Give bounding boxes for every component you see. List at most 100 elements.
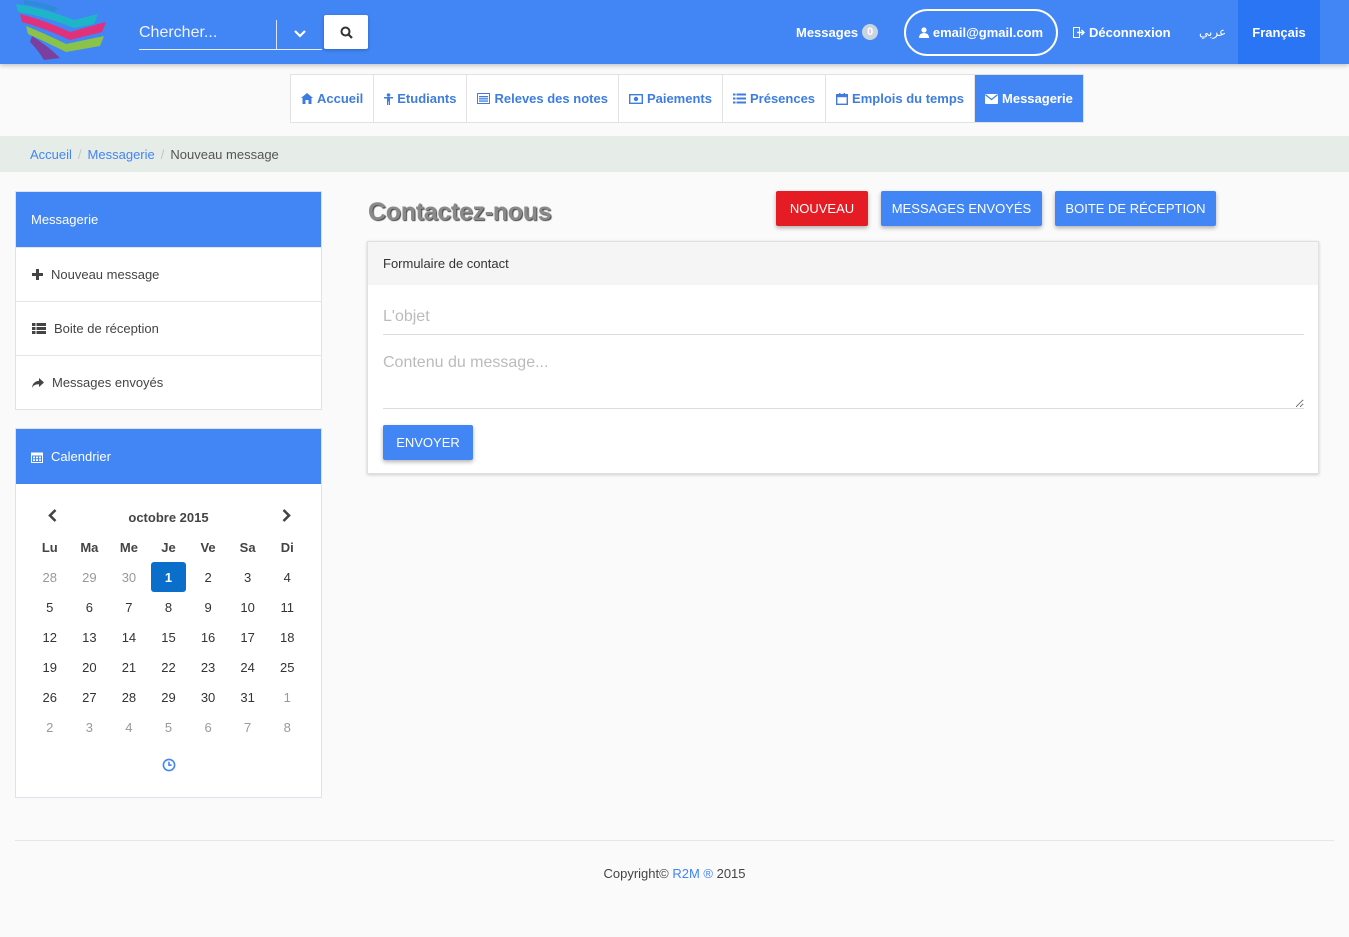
user-email-button[interactable]: email@gmail.com: [904, 9, 1058, 56]
tab-paiements[interactable]: Paiements: [619, 75, 723, 122]
tab-label: Accueil: [317, 91, 364, 106]
inbox-button[interactable]: Boite de réception: [1055, 191, 1216, 226]
calendar-day-selected[interactable]: 1: [150, 562, 187, 592]
calendar-day[interactable]: 28: [30, 562, 70, 592]
calendar-month-label[interactable]: octobre 2015: [128, 510, 208, 525]
calendar-day[interactable]: 5: [149, 712, 189, 742]
tab-presences[interactable]: Présences: [723, 75, 827, 122]
breadcrumb-home-link[interactable]: Accueil: [30, 147, 72, 162]
calendar-day[interactable]: 25: [267, 652, 307, 682]
lang-arabic[interactable]: عربي: [1199, 0, 1226, 64]
footer: Copyright© R2M ® 2015: [0, 866, 1349, 881]
chevron-down-icon: [293, 29, 306, 38]
calendar-day[interactable]: 29: [70, 562, 110, 592]
search-button[interactable]: [324, 15, 368, 49]
weekday-label: Lu: [41, 539, 58, 555]
calendar-day[interactable]: 31: [228, 682, 268, 712]
subject-field[interactable]: [383, 300, 1304, 335]
breadcrumb-section-link[interactable]: Messagerie: [88, 147, 155, 162]
messages-count-badge: 0: [862, 24, 879, 40]
tab-messagerie[interactable]: Messagerie: [975, 75, 1083, 122]
weekday-label: Ma: [80, 539, 99, 555]
money-icon: [628, 93, 643, 104]
nav-logout[interactable]: Déconnexion: [1073, 0, 1171, 64]
share-icon: [32, 377, 44, 388]
calendar-day[interactable]: 9: [188, 592, 228, 622]
weekday-label: Me: [119, 539, 138, 555]
calendar-day[interactable]: 4: [109, 712, 149, 742]
sidebar-item-nouveau-message[interactable]: Nouveau message: [16, 247, 321, 301]
calendar-day[interactable]: 1: [267, 682, 307, 712]
search-dropdown-toggle[interactable]: [277, 17, 322, 50]
calendar-day[interactable]: 6: [70, 592, 110, 622]
calendar-day[interactable]: 30: [109, 562, 149, 592]
calendar-day[interactable]: 20: [70, 652, 110, 682]
sidebar-item-boite-de-reception[interactable]: Boite de réception: [16, 301, 321, 355]
top-navbar: Messages 0 email@gmail.com Déconnexion ع…: [0, 0, 1349, 64]
calendar-day[interactable]: 21: [109, 652, 149, 682]
tab-emplois-du-temps[interactable]: Emplois du temps: [826, 75, 976, 122]
sidebar-title: Messagerie: [31, 212, 99, 227]
calendar-day[interactable]: 8: [149, 592, 189, 622]
calendar-day[interactable]: 2: [188, 562, 228, 592]
sidebar-item-messages-envoyes[interactable]: Messages envoyés: [16, 355, 321, 409]
calendar-day[interactable]: 29: [149, 682, 189, 712]
calendar-day[interactable]: 19: [30, 652, 70, 682]
calendar-day[interactable]: 22: [149, 652, 189, 682]
tab-label: Releves des notes: [494, 91, 608, 106]
nav-messages[interactable]: Messages 0: [796, 0, 879, 64]
tab-etudiants[interactable]: Etudiants: [374, 75, 468, 122]
calendar-day[interactable]: 18: [267, 622, 307, 652]
student-icon: [384, 92, 394, 105]
calendar-day[interactable]: 3: [70, 712, 110, 742]
calendar-day[interactable]: 23: [188, 652, 228, 682]
calendar-day[interactable]: 5: [30, 592, 70, 622]
calendar-day[interactable]: 17: [228, 622, 268, 652]
search-input[interactable]: [139, 17, 276, 49]
calendar-day[interactable]: 3: [228, 562, 268, 592]
tab-releves-des-notes[interactable]: Releves des notes: [467, 75, 619, 122]
lang-french[interactable]: Français: [1238, 0, 1320, 64]
calendar-day[interactable]: 7: [109, 592, 149, 622]
calendar-day[interactable]: 28: [109, 682, 149, 712]
calendar-day[interactable]: 30: [188, 682, 228, 712]
calendar-day[interactable]: 4: [267, 562, 307, 592]
sidebar-item-label: Messages envoyés: [52, 375, 164, 390]
lang-arabic-label: عربي: [1199, 25, 1227, 39]
calendar-next-button[interactable]: [282, 509, 291, 525]
calendar-prev-button[interactable]: [48, 509, 57, 525]
calendar-day[interactable]: 10: [228, 592, 268, 622]
footer-copyright: Copyright©: [603, 866, 669, 881]
footer-year: 2015: [716, 866, 746, 881]
new-message-button[interactable]: Nouveau: [776, 191, 868, 226]
list-alt-icon: [477, 93, 491, 104]
calendar-day[interactable]: 15: [149, 622, 189, 652]
tab-label: Paiements: [646, 91, 712, 106]
breadcrumb-separator: /: [160, 146, 165, 162]
calendar-day[interactable]: 8: [267, 712, 307, 742]
calendar-day[interactable]: 14: [109, 622, 149, 652]
page-title: Contactez-nous: [368, 198, 552, 226]
calendar-day[interactable]: 6: [188, 712, 228, 742]
calendar-day[interactable]: 7: [228, 712, 268, 742]
logo-icon[interactable]: [14, 0, 110, 62]
footer-brand-link[interactable]: R2M ®: [672, 866, 713, 881]
message-body-field[interactable]: [383, 354, 1304, 409]
list-icon: [732, 93, 746, 104]
calendar-time-toggle[interactable]: [30, 758, 307, 772]
tab-accueil[interactable]: Accueil: [291, 75, 375, 122]
search-icon: [340, 26, 353, 39]
calendar-day[interactable]: 2: [30, 712, 70, 742]
sent-messages-button[interactable]: Messages envoyés: [881, 191, 1042, 226]
calendar-day[interactable]: 24: [228, 652, 268, 682]
calendar-day[interactable]: 26: [30, 682, 70, 712]
calendar-day[interactable]: 27: [70, 682, 110, 712]
calendar-day[interactable]: 12: [30, 622, 70, 652]
footer-divider: [15, 840, 1334, 841]
sidebar-messagerie-header: Messagerie: [16, 192, 321, 247]
calendar-title: Calendrier: [51, 449, 111, 464]
calendar-day[interactable]: 11: [267, 592, 307, 622]
calendar-day[interactable]: 13: [70, 622, 110, 652]
send-button[interactable]: Envoyer: [383, 425, 473, 460]
calendar-day[interactable]: 16: [188, 622, 228, 652]
